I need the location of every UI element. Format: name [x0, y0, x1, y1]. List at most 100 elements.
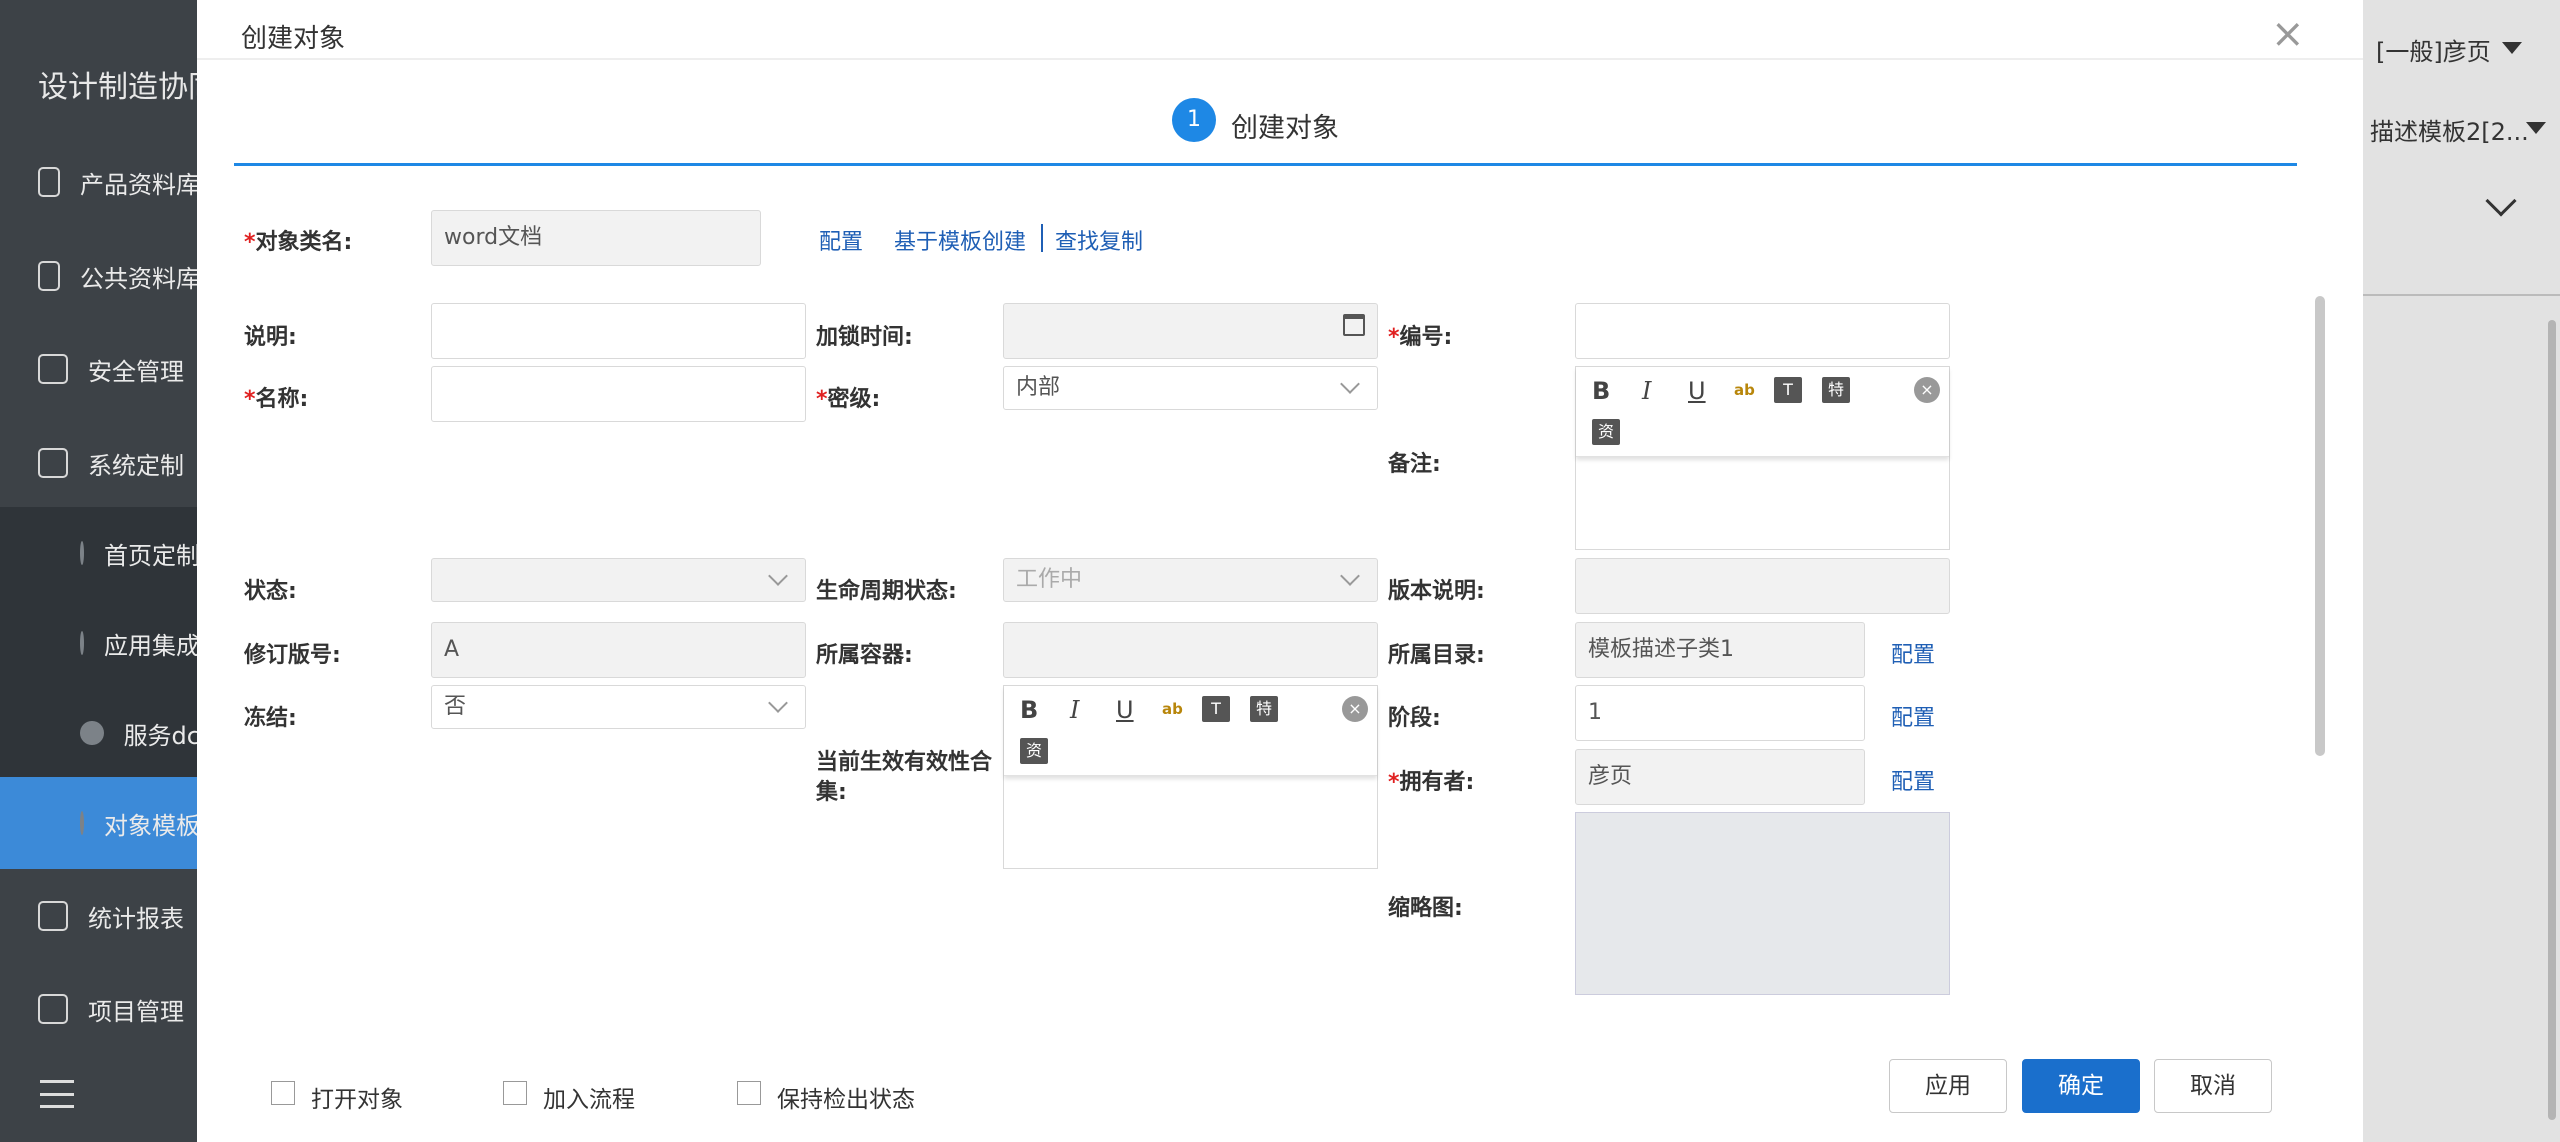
nav-label: 对象模板 [104, 811, 200, 840]
nav-item-public-library[interactable]: 公共资料库 [0, 230, 200, 322]
config-link[interactable]: 配置 [819, 224, 863, 256]
spellcheck-icon[interactable]: ab [1162, 700, 1183, 718]
name-input[interactable] [431, 366, 806, 422]
description-label: 说明: [244, 325, 297, 350]
name-label: *名称: [244, 387, 309, 412]
hexagon-icon [80, 811, 84, 835]
underline-icon[interactable]: U [1116, 696, 1134, 724]
thumbnail-box[interactable] [1575, 812, 1950, 995]
resource-icon[interactable]: 资 [1020, 738, 1048, 764]
object-class-label: *对象类名: [244, 230, 353, 255]
stage-config-link[interactable]: 配置 [1891, 700, 1935, 732]
underline-icon[interactable]: U [1688, 377, 1706, 405]
number-input[interactable] [1575, 303, 1950, 359]
lock-time-field[interactable] [1003, 303, 1378, 359]
find-copy-link[interactable]: 查找复制 [1055, 224, 1143, 256]
app-title: 设计制造协同 [38, 70, 218, 105]
nav-label: 安全管理 [88, 357, 184, 386]
lifecycle-status-value: 工作中 [1016, 567, 1083, 592]
special-char-icon[interactable]: 特 [1822, 377, 1850, 403]
keep-checkout-checkbox[interactable] [737, 1081, 761, 1105]
directory-field: 模板描述子类1 [1575, 622, 1865, 678]
directory-label: 所属目录: [1388, 643, 1485, 668]
ok-button[interactable]: 确定 [2022, 1059, 2140, 1113]
effectivity-label: 当前生效有效性合 集: [816, 750, 993, 805]
security-level-select[interactable]: 内部 [1003, 366, 1378, 410]
background-scrollbar[interactable] [2548, 320, 2556, 1120]
nav-item-projects[interactable]: 项目管理 [0, 963, 200, 1055]
calendar-icon[interactable] [1343, 314, 1365, 336]
version-note-label: 版本说明: [1388, 579, 1485, 604]
editor-toolbar: B I U ab T 特 × 资 [1004, 686, 1377, 776]
stage-label: 阶段: [1388, 706, 1441, 731]
background-right-panel [2362, 0, 2560, 1142]
nav-item-security[interactable]: 安全管理 [0, 323, 200, 415]
status-label: 状态: [244, 579, 297, 604]
divider [2362, 294, 2560, 296]
directory-config-link[interactable]: 配置 [1891, 637, 1935, 669]
hexagon-icon [38, 901, 68, 931]
number-label: *编号: [1388, 325, 1453, 350]
text-format-icon[interactable]: T [1202, 696, 1230, 722]
nav-item-home-custom[interactable]: 首页定制 [0, 507, 200, 599]
add-flow-checkbox[interactable] [503, 1081, 527, 1105]
status-select [431, 558, 806, 602]
caret-down-icon[interactable] [2526, 122, 2546, 134]
nav-item-product-library[interactable]: 产品资料库 [0, 136, 200, 228]
nav-item-reports[interactable]: 统计报表 [0, 870, 200, 962]
text-format-icon[interactable]: T [1774, 377, 1802, 403]
owner-config-link[interactable]: 配置 [1891, 764, 1935, 796]
nav-item-service[interactable]: 服务dc [0, 687, 200, 779]
cancel-button[interactable]: 取消 [2154, 1059, 2272, 1113]
special-char-icon[interactable]: 特 [1250, 696, 1278, 722]
bold-icon[interactable]: B [1592, 377, 1610, 405]
frozen-label: 冻结: [244, 706, 297, 731]
object-class-field: word文档 [431, 210, 761, 266]
description-input[interactable] [431, 303, 806, 359]
spellcheck-icon[interactable]: ab [1734, 381, 1755, 399]
nav-label: 服务dc [123, 721, 200, 750]
resource-icon[interactable]: 资 [1592, 419, 1620, 445]
version-note-field [1575, 558, 1950, 614]
italic-icon[interactable]: I [1642, 377, 1651, 405]
container-field [1003, 622, 1378, 678]
effectivity-editor[interactable]: B I U ab T 特 × 资 [1003, 685, 1378, 869]
container-label: 所属容器: [816, 643, 913, 668]
nav-item-app-integration[interactable]: 应用集成 [0, 597, 200, 689]
nav-label: 公共资料库 [80, 264, 200, 293]
user-menu[interactable]: [一般]彦页 [2376, 32, 2491, 67]
apply-button[interactable]: 应用 [1889, 1059, 2007, 1113]
open-object-label: 打开对象 [311, 1087, 403, 1113]
caret-down-icon[interactable] [2502, 42, 2522, 54]
chevron-down-icon [1340, 566, 1360, 586]
owner-field: 彦页 [1575, 749, 1865, 805]
step-progress-line [234, 163, 2297, 166]
italic-icon[interactable]: I [1070, 696, 1079, 724]
security-icon [38, 354, 68, 384]
nav-item-object-template[interactable]: 对象模板 [0, 777, 200, 869]
chevron-down-icon [768, 566, 788, 586]
hexagon-icon [80, 541, 84, 565]
template-select[interactable]: 描述模板2[2... [2370, 112, 2529, 147]
revision-label: 修订版号: [244, 643, 341, 668]
dialog-title: 创建对象 [241, 24, 346, 54]
nav-label: 应用集成 [104, 631, 200, 660]
bold-icon[interactable]: B [1020, 696, 1038, 724]
from-template-link[interactable]: 基于模板创建 [894, 224, 1026, 256]
dialog-scrollbar[interactable] [2315, 296, 2325, 756]
remark-label: 备注: [1388, 452, 1441, 477]
clear-icon[interactable]: × [1914, 377, 1940, 403]
clear-icon[interactable]: × [1342, 696, 1368, 722]
nav-label: 产品资料库 [80, 170, 200, 199]
remark-editor[interactable]: B I U ab T 特 × 资 [1575, 366, 1950, 550]
list-icon [38, 448, 68, 478]
stage-input[interactable]: 1 [1575, 685, 1865, 741]
sidebar: 设计制造协同 产品资料库 公共资料库 安全管理 系统定制 首页定制 应用集成 服… [0, 0, 218, 1142]
open-object-checkbox[interactable] [271, 1081, 295, 1105]
close-icon[interactable]: × [2271, 14, 2305, 54]
nav-item-system-custom[interactable]: 系统定制 [0, 417, 200, 509]
thumbnail-label: 缩略图: [1388, 896, 1463, 921]
cube-icon [38, 167, 60, 197]
frozen-select[interactable]: 否 [431, 685, 806, 729]
menu-collapse-icon[interactable] [40, 1080, 74, 1108]
